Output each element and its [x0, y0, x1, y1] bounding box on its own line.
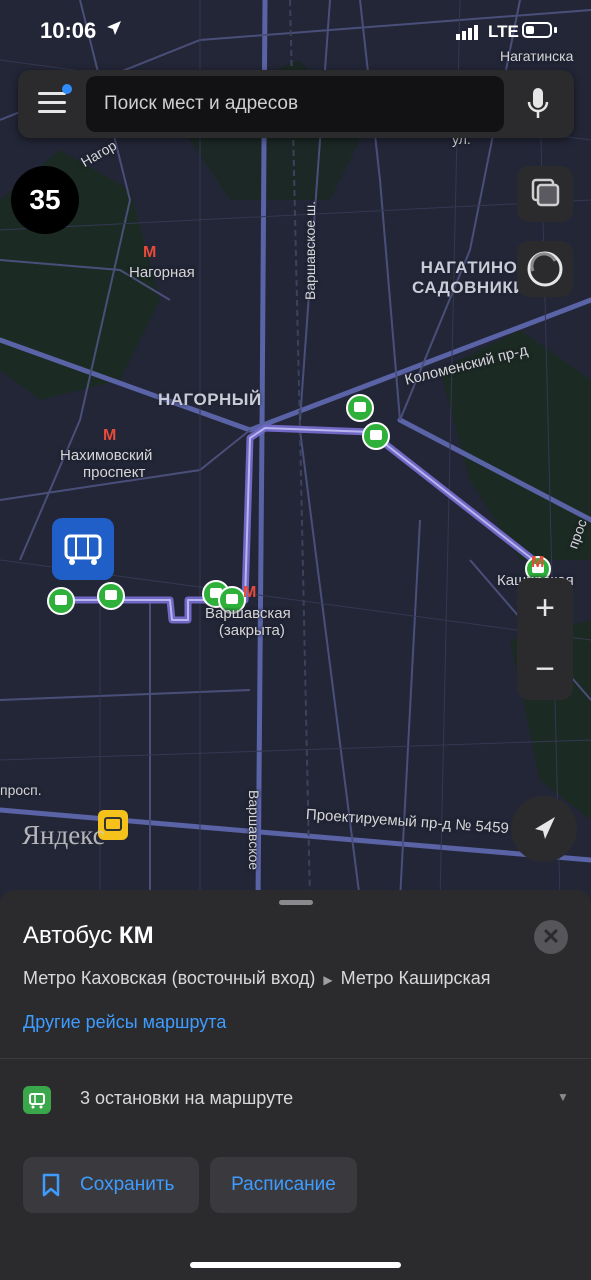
menu-button[interactable]: [38, 84, 72, 116]
layers-button[interactable]: [517, 166, 573, 222]
layers-icon: [531, 178, 560, 207]
metro-icon: M: [531, 554, 545, 571]
route-to: Метро Каширская: [340, 968, 491, 988]
map-label-nagornaya: Нагорная: [129, 264, 195, 281]
map-label-varshavskoe-top: Варшавское ш.: [302, 200, 318, 300]
route-from: Метро Каховская (восточный вход): [23, 968, 316, 988]
yandex-watermark: Яндекс: [22, 820, 105, 850]
bus-stops-icon: [23, 1086, 51, 1114]
alice-icon: [527, 251, 563, 287]
alice-button[interactable]: [517, 241, 573, 297]
speed-limit-badge: 35: [11, 166, 79, 234]
map-label-nakhimovsky: Нахимовский проспект: [60, 447, 153, 481]
search-bar: [18, 70, 574, 138]
cellular-signal-icon: [456, 25, 478, 40]
home-indicator[interactable]: [190, 1262, 401, 1268]
map-label-varshavskoe-bottom: Варшавское: [246, 790, 262, 871]
microphone-icon[interactable]: [526, 86, 550, 122]
stops-count[interactable]: 3 остановки на маршруте: [80, 1088, 293, 1109]
other-trips-link[interactable]: Другие рейсы маршрута: [23, 1012, 226, 1033]
close-button[interactable]: ✕: [534, 920, 568, 954]
save-label: Сохранить: [80, 1174, 175, 1195]
district-label-nagatino: НАГАТИНО САДОВНИКИ: [412, 258, 526, 297]
sheet-handle[interactable]: [279, 900, 313, 905]
network-type: LTE: [488, 22, 519, 41]
metro-icon: M: [243, 584, 257, 601]
location-services-icon: [107, 21, 121, 35]
status-bar: 10:06 LTE: [0, 0, 591, 64]
save-button[interactable]: Сохранить: [23, 1157, 199, 1213]
notification-dot: [62, 84, 72, 94]
location-arrow-icon: [535, 817, 555, 839]
my-location-button[interactable]: [511, 796, 577, 862]
bus-stop-marker[interactable]: [45, 585, 77, 617]
arrow-right-icon: ▶: [323, 973, 333, 987]
chevron-down-icon[interactable]: ▼: [557, 1090, 569, 1104]
bus-route-start-badge[interactable]: [50, 516, 116, 582]
zoom-controls: + −: [517, 578, 573, 700]
district-label-nagorny: НАГОРНЫЙ: [158, 390, 262, 409]
map-label-prosp: просп.: [0, 782, 42, 798]
status-time: 10:06: [40, 18, 97, 43]
route-title: Автобус КМ: [23, 922, 154, 949]
divider: [0, 1058, 591, 1059]
battery-icon: [522, 22, 552, 38]
map-label-varshavskaya: Варшавская (закрыта): [205, 605, 291, 639]
bus-stop-marker[interactable]: [95, 580, 127, 612]
bookmark-icon: [42, 1173, 60, 1197]
route-info-sheet: Автобус КМ ✕ Метро Каховская (восточный …: [0, 890, 591, 1280]
bus-stop-marker[interactable]: [360, 420, 392, 452]
route-endpoints: Метро Каховская (восточный вход) ▶ Метро К…: [23, 968, 491, 989]
metro-icon: M: [143, 244, 157, 261]
metro-icon: M: [103, 427, 117, 444]
zoom-out-button[interactable]: −: [517, 639, 573, 700]
zoom-in-button[interactable]: +: [517, 578, 573, 639]
battery-tip: [554, 27, 557, 33]
search-input[interactable]: [86, 76, 504, 132]
schedule-button[interactable]: Расписание: [210, 1157, 357, 1213]
